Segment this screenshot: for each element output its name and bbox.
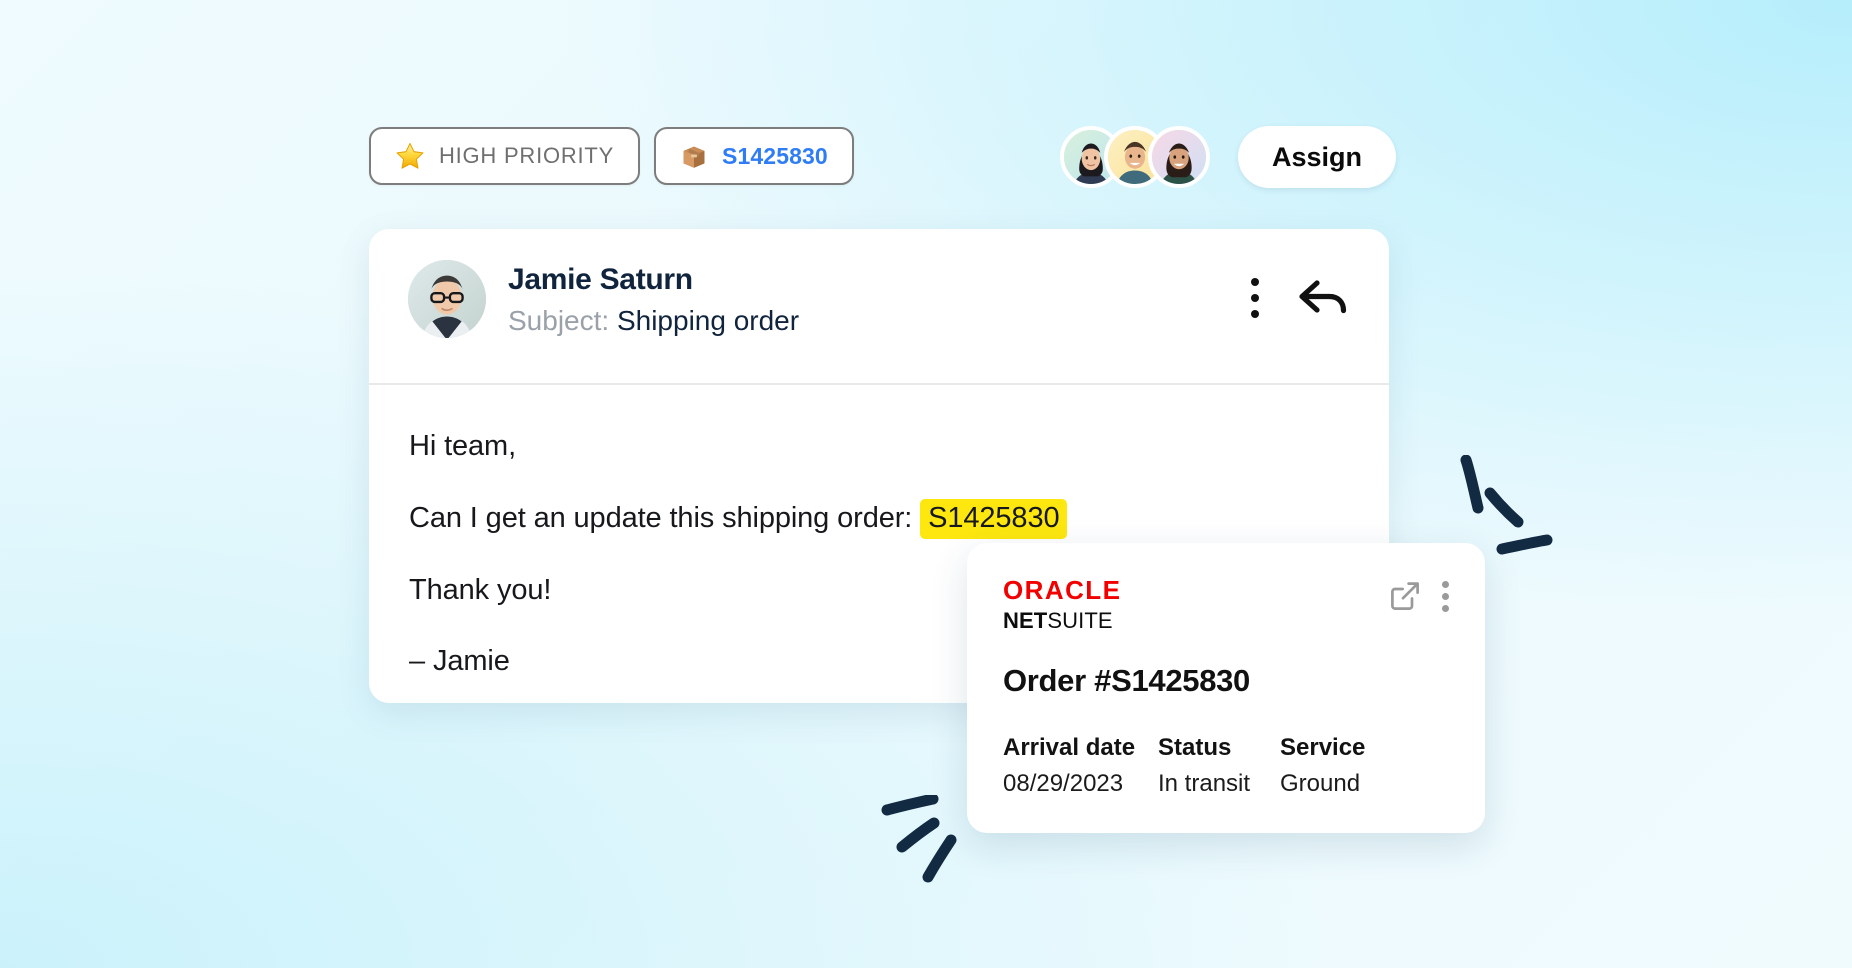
netsuite-wordmark-light: SUITE (1047, 608, 1113, 633)
email-header-actions (1251, 277, 1353, 319)
oracle-wordmark: ORACLE (1003, 575, 1122, 605)
subject-value: Shipping order (616, 304, 800, 336)
assign-row: Assign (1060, 126, 1397, 188)
field-value: 08/29/2023 (1003, 770, 1124, 798)
avatar-teammate-3[interactable] (1148, 126, 1210, 188)
netsuite-wordmark-bold: NET (1003, 608, 1048, 633)
order-number-label: S1425830 (722, 142, 828, 169)
badge-row: HIGH PRIORITY S1425830 (369, 127, 854, 185)
order-field-arrival-date: Arrival date 08/29/2023 (1003, 734, 1158, 798)
field-label: Service (1280, 734, 1366, 761)
netsuite-wordmark: NETSUITE (1003, 610, 1121, 632)
netsuite-order-card: ORACLE NETSUITE Order #S1425830 Arrival … (967, 543, 1485, 833)
email-header: Jamie Saturn Subject: Shipping order (369, 229, 1389, 385)
assign-button[interactable]: Assign (1238, 126, 1397, 188)
sender-name: Jamie Saturn (508, 263, 693, 296)
reply-arrow-icon[interactable] (1297, 277, 1353, 319)
kebab-menu-icon[interactable] (1442, 580, 1449, 612)
kebab-menu-icon[interactable] (1251, 278, 1259, 318)
external-link-icon[interactable] (1388, 579, 1422, 613)
order-fields: Arrival date 08/29/2023 Status In transi… (1003, 734, 1449, 798)
oracle-netsuite-logo: ORACLE NETSUITE (1003, 575, 1121, 632)
email-request-text: Can I get an update this shipping order: (409, 501, 913, 534)
field-label: Status (1158, 734, 1232, 761)
subject-line: Subject: Shipping order (508, 303, 799, 339)
sender-meta: Jamie Saturn Subject: Shipping order (508, 261, 799, 339)
email-greeting: Hi team, (409, 430, 517, 462)
canvas: HIGH PRIORITY S1425830 Assign Jamie Satu… (0, 0, 1852, 968)
field-value: In transit (1158, 770, 1251, 798)
star-icon (395, 141, 425, 171)
order-field-service: Service Ground (1280, 734, 1366, 798)
order-number-badge[interactable]: S1425830 (654, 127, 854, 185)
avatar-stack (1060, 126, 1210, 188)
netsuite-card-header: ORACLE NETSUITE (1003, 575, 1449, 632)
order-title: Order #S1425830 (1003, 663, 1250, 698)
high-priority-label: HIGH PRIORITY (439, 143, 615, 168)
email-request: Can I get an update this shipping order:… (409, 498, 1389, 539)
highlighted-order-id[interactable]: S1425830 (920, 498, 1068, 539)
sender-avatar (408, 260, 486, 338)
field-label: Arrival date (1003, 734, 1136, 761)
order-field-status: Status In transit (1158, 734, 1280, 798)
high-priority-badge[interactable]: HIGH PRIORITY (369, 127, 641, 185)
package-box-icon (680, 142, 708, 170)
subject-label: Subject: (508, 304, 610, 336)
field-value: Ground (1280, 770, 1361, 798)
netsuite-card-actions (1388, 575, 1449, 613)
